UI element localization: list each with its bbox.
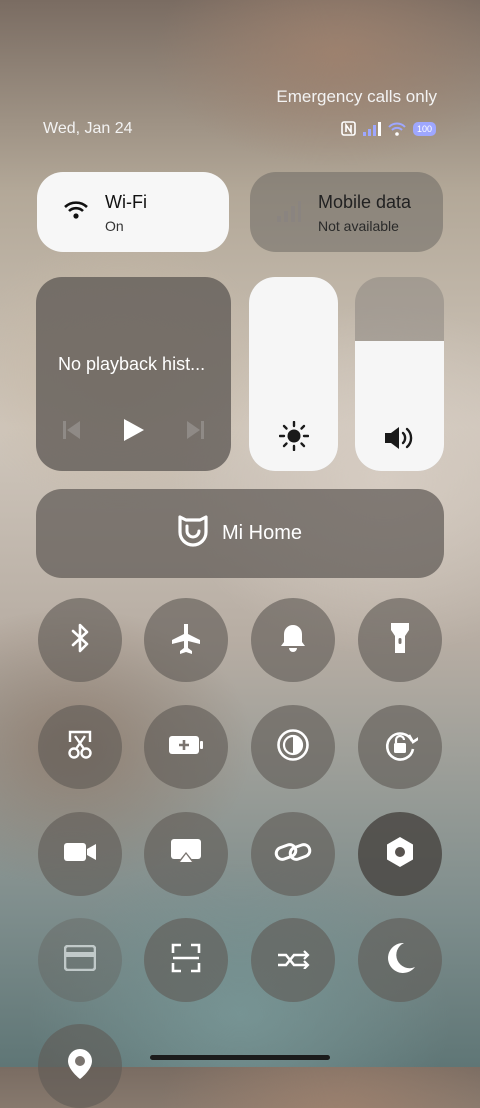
brightness-slider[interactable]	[249, 277, 338, 471]
cast-toggle[interactable]	[144, 812, 228, 896]
link-toggle[interactable]	[251, 812, 335, 896]
signal-bars-icon	[277, 200, 301, 227]
flashlight-icon	[390, 621, 410, 660]
media-title: No playback hist...	[58, 354, 206, 374]
previous-track-icon[interactable]	[63, 420, 81, 445]
rotation-lock-icon	[382, 727, 420, 768]
link-icon	[274, 840, 312, 869]
airplane-toggle[interactable]	[144, 598, 228, 682]
wifi-status: On	[105, 218, 124, 234]
volume-fill	[355, 341, 444, 471]
location-icon	[65, 1047, 95, 1086]
wifi-tile[interactable]: Wi-Fi On	[37, 172, 229, 252]
status-icons: 100	[341, 121, 436, 136]
mi-home-icon	[178, 514, 208, 553]
card-toggle[interactable]	[38, 918, 122, 1002]
screen-recorder-toggle[interactable]	[38, 812, 122, 896]
flashlight-toggle[interactable]	[358, 598, 442, 682]
media-player-tile[interactable]: No playback hist...	[36, 277, 231, 471]
date-label: Wed, Jan 24	[43, 120, 133, 137]
speaker-icon	[355, 425, 444, 451]
carrier-status: Emergency calls only	[276, 87, 437, 106]
nfc-icon	[341, 121, 356, 136]
rotation-lock-toggle[interactable]	[358, 705, 442, 789]
scan-icon	[171, 943, 201, 978]
settings-toggle[interactable]	[358, 812, 442, 896]
bluetooth-toggle[interactable]	[38, 598, 122, 682]
airplane-icon	[170, 622, 202, 659]
battery-saver-toggle[interactable]	[144, 705, 228, 789]
card-icon	[63, 944, 97, 976]
hexagon-settings-icon	[385, 836, 415, 873]
battery-icon: 100	[412, 121, 436, 136]
data-switch-toggle[interactable]	[251, 918, 335, 1002]
dark-mode-toggle[interactable]	[358, 918, 442, 1002]
mobile-data-tile[interactable]: Mobile data Not available	[250, 172, 443, 252]
wifi-title: Wi-Fi	[105, 192, 147, 212]
data-switch-icon	[276, 947, 310, 974]
battery-saver-icon	[168, 735, 204, 760]
mobile-data-title: Mobile data	[318, 192, 412, 212]
cast-icon	[170, 838, 202, 871]
screenshot-icon	[66, 730, 94, 765]
signal-icon	[362, 121, 381, 136]
reading-mode-toggle[interactable]	[251, 705, 335, 789]
mobile-data-status: Not available	[318, 218, 399, 234]
next-track-icon[interactable]	[186, 420, 204, 445]
ringer-toggle[interactable]	[251, 598, 335, 682]
bell-icon	[279, 623, 307, 658]
bluetooth-icon	[70, 622, 90, 659]
wifi-icon	[388, 122, 406, 136]
play-icon[interactable]	[123, 418, 145, 447]
dark-mode-icon	[383, 941, 417, 980]
mi-home-label: Mi Home	[221, 522, 302, 544]
mi-home-button[interactable]: Mi Home	[36, 489, 444, 578]
screenshot-toggle[interactable]	[38, 705, 122, 789]
location-toggle[interactable]	[38, 1024, 122, 1108]
wifi-icon	[64, 200, 88, 225]
video-camera-icon	[63, 841, 97, 868]
home-indicator[interactable]	[150, 1055, 330, 1060]
reading-mode-icon	[276, 728, 310, 767]
scanner-toggle[interactable]	[144, 918, 228, 1002]
sun-icon	[249, 421, 338, 451]
volume-slider[interactable]	[355, 277, 444, 471]
